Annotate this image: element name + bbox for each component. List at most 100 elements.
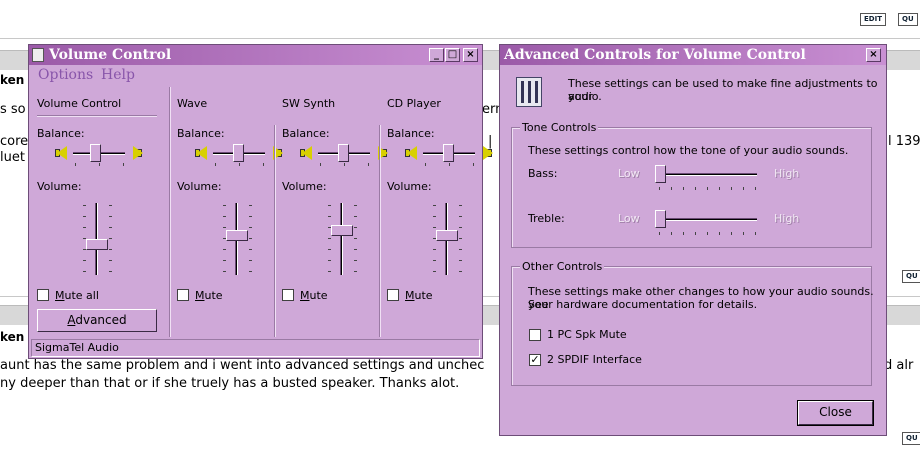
mute-checkbox[interactable] — [282, 289, 294, 301]
bass-tick — [755, 187, 756, 190]
volume-track — [340, 203, 343, 275]
volume-tick — [354, 216, 357, 217]
volume-tick — [249, 249, 252, 250]
volume-tick — [459, 271, 462, 272]
volume-tick — [459, 216, 462, 217]
balance-slider[interactable] — [403, 141, 495, 167]
menu-help[interactable]: Help — [101, 67, 135, 83]
bass-tick — [695, 187, 696, 190]
forum-quote-button[interactable]: QU — [902, 270, 920, 283]
volume-tick — [328, 249, 331, 250]
balance-tick — [320, 163, 321, 166]
other-description: your hardware documentation for details. — [528, 298, 758, 311]
mute-label: Mute — [405, 289, 433, 302]
mute-label: Mute all — [55, 289, 99, 302]
mute-checkbox[interactable] — [177, 289, 189, 301]
volume-tick — [433, 205, 436, 206]
treble-tick — [671, 232, 672, 235]
volume-tick — [328, 216, 331, 217]
bass-slider[interactable] — [655, 165, 761, 191]
bass-tick — [707, 187, 708, 190]
balance-label: Balance: — [177, 127, 225, 140]
volume-tick — [109, 238, 112, 239]
forum-post-text: s so — [0, 102, 26, 117]
forum-edit-button[interactable]: EDIT — [860, 13, 886, 26]
speaker-left-icon — [57, 146, 67, 160]
bass-tick — [731, 187, 732, 190]
volume-thumb[interactable] — [86, 239, 108, 250]
balance-slider[interactable] — [298, 141, 390, 167]
volume-slider[interactable] — [433, 201, 473, 277]
volume-thumb[interactable] — [436, 230, 458, 241]
window-title: Advanced Controls for Volume Control — [504, 47, 806, 63]
volume-slider[interactable] — [83, 201, 123, 277]
volume-label: Volume: — [177, 180, 222, 193]
volume-label: Volume: — [387, 180, 432, 193]
balance-tick — [99, 163, 100, 166]
bass-tick — [659, 187, 660, 190]
balance-tick — [239, 163, 240, 166]
balance-thumb[interactable] — [338, 144, 349, 162]
volume-tick — [459, 249, 462, 250]
balance-tick — [449, 163, 450, 166]
balance-thumb[interactable] — [90, 144, 101, 162]
balance-tick — [215, 163, 216, 166]
window-title: Volume Control — [49, 47, 172, 63]
treble-label: Treble: — [528, 212, 565, 225]
volume-slider[interactable] — [328, 201, 368, 277]
channel-name: Volume Control — [37, 97, 122, 110]
bass-thumb[interactable] — [655, 165, 666, 183]
volume-tick — [83, 227, 86, 228]
volume-tick — [249, 227, 252, 228]
balance-label: Balance: — [387, 127, 435, 140]
volume-thumb[interactable] — [226, 230, 248, 241]
pc-spk-mute-checkbox[interactable] — [529, 329, 541, 341]
minimize-button[interactable]: _ — [429, 48, 444, 62]
forum-post-text: ny deeper than that or if she truely has… — [0, 376, 460, 391]
balance-slider[interactable] — [53, 141, 145, 167]
close-button[interactable]: × — [463, 48, 478, 62]
menu-options[interactable]: Options — [38, 67, 93, 83]
channel-separator — [169, 87, 171, 337]
volume-titlebar[interactable]: Volume Control _ □ × — [29, 45, 482, 65]
tone-controls-label: Tone Controls — [520, 121, 599, 134]
treble-tick — [659, 232, 660, 235]
advanced-button[interactable]: Advanced — [37, 309, 157, 332]
forum-username: ken — [0, 73, 25, 87]
mute-checkbox[interactable] — [387, 289, 399, 301]
balance-thumb[interactable] — [233, 144, 244, 162]
volume-tick — [249, 205, 252, 206]
balance-slider[interactable] — [193, 141, 285, 167]
forum-quote-button[interactable]: QU — [898, 13, 918, 26]
volume-tick — [433, 249, 436, 250]
treble-high-label: High — [774, 212, 800, 225]
treble-tick — [755, 232, 756, 235]
tone-description: These settings control how the tone of y… — [528, 144, 849, 157]
balance-tick — [473, 163, 474, 166]
status-bar: SigmaTel Audio — [31, 339, 480, 357]
mute-checkbox[interactable] — [37, 289, 49, 301]
balance-tick — [75, 163, 76, 166]
volume-tick — [83, 260, 86, 261]
volume-tick — [354, 205, 357, 206]
treble-tick — [731, 232, 732, 235]
volume-tick — [328, 205, 331, 206]
channel-name: SW Synth — [282, 97, 336, 110]
advanced-titlebar[interactable]: Advanced Controls for Volume Control × — [500, 45, 886, 65]
close-dialog-button[interactable]: Close — [797, 400, 874, 426]
maximize-button[interactable]: □ — [445, 48, 460, 62]
bass-tick — [671, 187, 672, 190]
volume-tick — [249, 260, 252, 261]
balance-thumb[interactable] — [443, 144, 454, 162]
volume-slider[interactable] — [223, 201, 263, 277]
treble-thumb[interactable] — [655, 210, 666, 228]
volume-tick — [109, 216, 112, 217]
spdif-interface-checkbox[interactable]: ✓ — [529, 354, 541, 366]
volume-tick — [354, 249, 357, 250]
volume-label: Volume: — [282, 180, 327, 193]
volume-tick — [433, 271, 436, 272]
volume-thumb[interactable] — [331, 225, 353, 236]
close-button[interactable]: × — [866, 48, 881, 62]
treble-slider[interactable] — [655, 210, 761, 236]
forum-quote-button[interactable]: QU — [902, 432, 920, 445]
